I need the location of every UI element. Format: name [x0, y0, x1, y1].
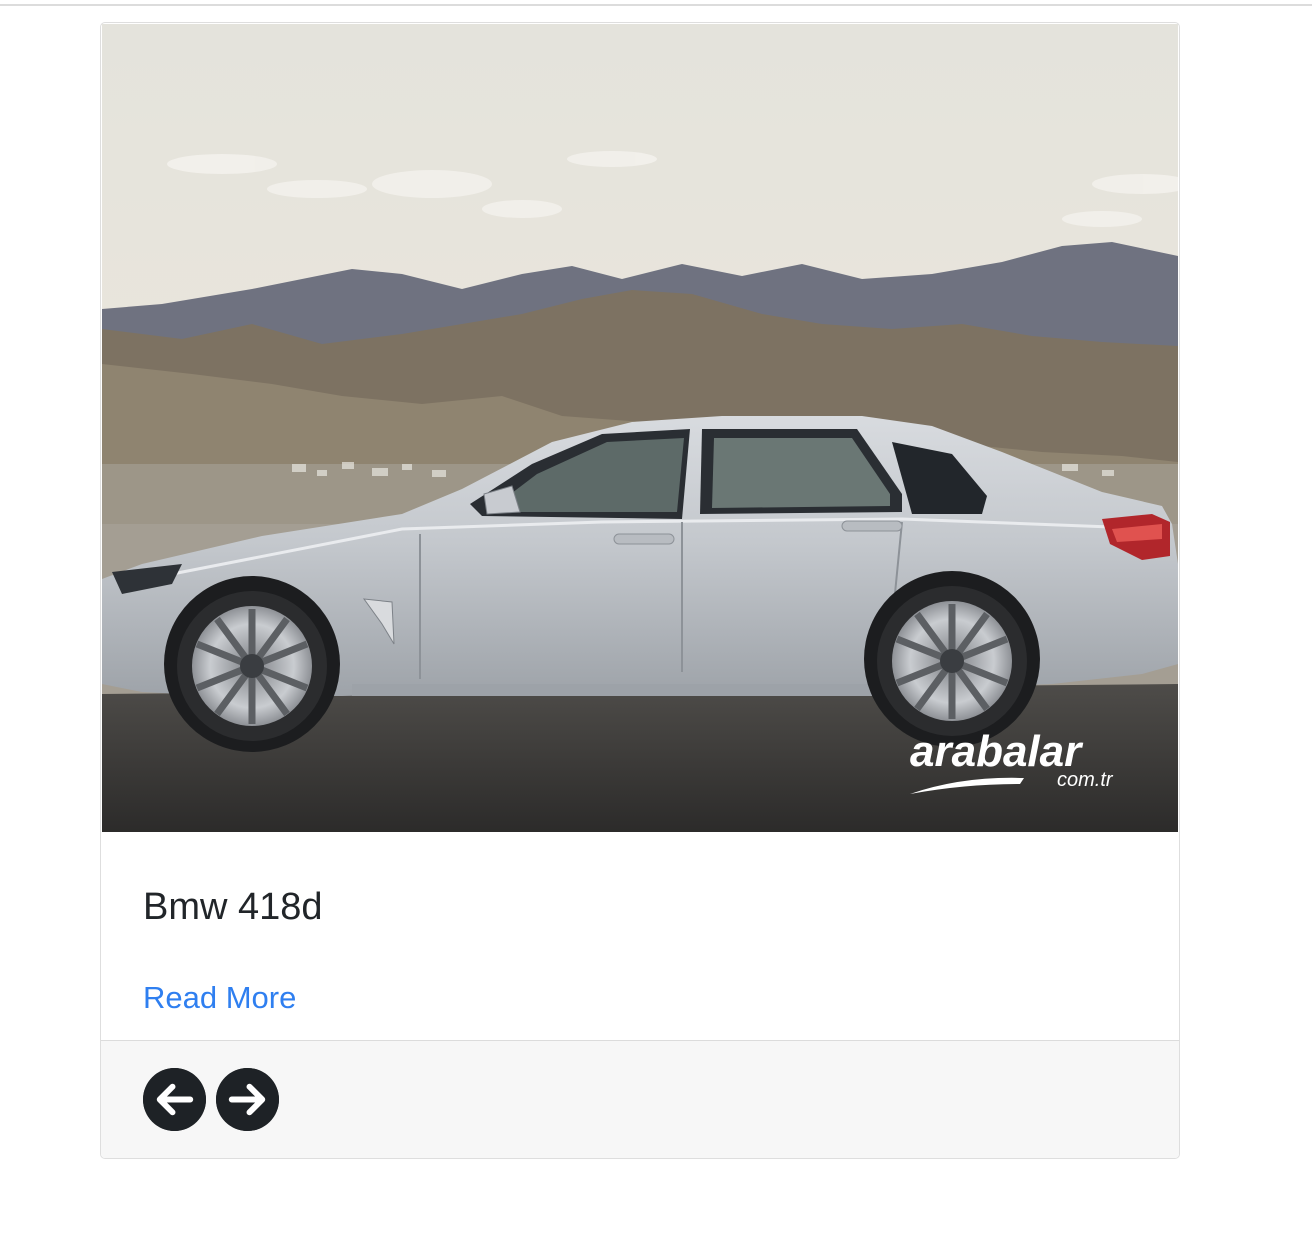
car-card: arabalar com.tr Bmw 418d Read More — [100, 22, 1180, 1159]
car-photo-illustration: arabalar com.tr — [102, 24, 1178, 832]
read-more-link[interactable]: Read More — [143, 978, 296, 1018]
arrow-left-circle-icon — [143, 1068, 206, 1131]
previous-button[interactable] — [143, 1068, 206, 1131]
car-image: arabalar com.tr — [102, 24, 1178, 832]
card-title: Bmw 418d — [143, 886, 323, 928]
card-footer — [101, 1040, 1179, 1158]
arrow-right-circle-icon — [216, 1068, 279, 1131]
watermark-subtext: com.tr — [1057, 769, 1114, 791]
top-divider — [0, 0, 1312, 6]
card-body: Bmw 418d Read More — [101, 832, 1179, 1040]
next-button[interactable] — [216, 1068, 279, 1131]
